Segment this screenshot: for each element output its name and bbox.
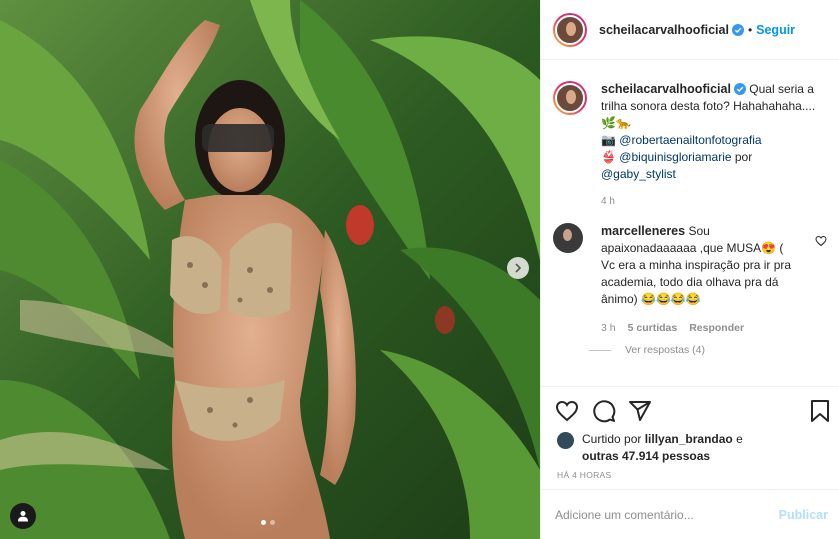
reply-button[interactable]: Responder bbox=[689, 320, 744, 337]
post-window: scheilacarvalhooficial • Seguir scheilac… bbox=[0, 0, 839, 539]
caption-text: scheilacarvalhooficial Qual seria a tril… bbox=[601, 81, 821, 210]
author-avatar[interactable] bbox=[553, 12, 587, 47]
comment-composer: Publicar bbox=[541, 489, 839, 539]
carousel-dot-active bbox=[261, 520, 266, 525]
comment-like-heart-icon[interactable] bbox=[815, 235, 827, 247]
post-timestamp: HÁ 4 HORAS bbox=[557, 470, 612, 480]
liker-username[interactable]: lillyan_brandao bbox=[645, 432, 733, 446]
likes-text: Curtido por lillyan_brandao e outras 47.… bbox=[582, 431, 743, 465]
caption-username[interactable]: scheilacarvalhooficial bbox=[601, 82, 731, 96]
caption: scheilacarvalhooficial Qual seria a tril… bbox=[553, 81, 821, 210]
view-replies-label: Ver respostas (4) bbox=[625, 344, 705, 356]
likes-and: e bbox=[736, 432, 743, 446]
verified-icon bbox=[733, 83, 746, 95]
commenter-avatar[interactable] bbox=[553, 223, 583, 253]
tagged-users-button[interactable] bbox=[10, 503, 36, 529]
verified-icon bbox=[731, 23, 744, 36]
user-tag-icon bbox=[18, 511, 28, 522]
bookmark-icon[interactable] bbox=[809, 399, 831, 423]
comment-time: 3 h bbox=[601, 322, 616, 334]
header-separator: • bbox=[747, 22, 753, 37]
bikini-emoji: 👙 bbox=[601, 150, 616, 164]
comment-input[interactable] bbox=[555, 507, 779, 522]
action-bar: Curtido por lillyan_brandao e outras 47.… bbox=[541, 386, 839, 489]
next-photo-button[interactable] bbox=[507, 257, 529, 279]
likes-others[interactable]: outras 47.914 pessoas bbox=[582, 449, 710, 463]
photo-scene bbox=[0, 0, 540, 539]
view-replies-button[interactable]: Ver respostas (4) bbox=[589, 344, 705, 356]
replies-divider bbox=[589, 349, 611, 351]
share-icon[interactable] bbox=[628, 399, 652, 423]
likes-prefix: Curtido por bbox=[582, 432, 642, 446]
carousel-dot bbox=[270, 520, 275, 525]
publish-button[interactable]: Publicar bbox=[779, 508, 828, 522]
camera-emoji: 📷 bbox=[601, 133, 616, 147]
comment-likes[interactable]: 5 curtidas bbox=[628, 320, 678, 337]
author-username[interactable]: scheilacarvalhooficial bbox=[599, 23, 729, 37]
stylist-mention[interactable]: @gaby_stylist bbox=[601, 167, 676, 181]
caption-time: 4 h bbox=[601, 196, 615, 207]
comment-meta: 3 h 5 curtidas Responder bbox=[601, 320, 797, 337]
post-header: scheilacarvalhooficial • Seguir bbox=[541, 0, 839, 60]
heart-icon[interactable] bbox=[555, 399, 579, 423]
liker-avatar[interactable] bbox=[557, 432, 574, 449]
comment-text: marcelleneres Sou apaixonadaaaaaa ,que M… bbox=[601, 223, 797, 337]
caption-avatar[interactable] bbox=[553, 81, 587, 115]
post-photo[interactable] bbox=[0, 0, 540, 539]
commenter-username[interactable]: marcelleneres bbox=[601, 224, 685, 238]
comments-section[interactable]: scheilacarvalhooficial Qual seria a tril… bbox=[541, 61, 839, 386]
carousel-indicator bbox=[261, 520, 275, 525]
follow-button[interactable]: Seguir bbox=[756, 23, 795, 37]
bikini-mention[interactable]: @biquinisgloriamarie bbox=[619, 150, 731, 164]
likes-summary: Curtido por lillyan_brandao e outras 47.… bbox=[557, 431, 743, 465]
comment-item: marcelleneres Sou apaixonadaaaaaa ,que M… bbox=[553, 223, 827, 337]
comment-icon[interactable] bbox=[592, 399, 616, 423]
chevron-right-icon bbox=[515, 263, 522, 273]
post-side-panel: scheilacarvalhooficial • Seguir scheilac… bbox=[540, 0, 839, 539]
photographer-mention[interactable]: @robertaenailtonfotografia bbox=[619, 133, 761, 147]
by-word: por bbox=[734, 150, 753, 164]
